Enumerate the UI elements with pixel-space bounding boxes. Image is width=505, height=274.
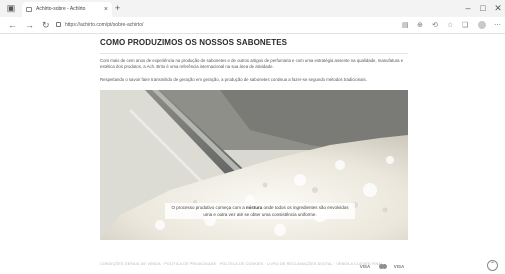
collections-icon[interactable]: ❏ — [462, 20, 468, 31]
minimize-icon[interactable]: – — [463, 3, 473, 13]
visa-logo-2: VISA — [393, 264, 405, 269]
url-field[interactable]: https://achirto.com/pt/sobre-achirto/ — [56, 20, 428, 31]
title-divider — [100, 53, 408, 54]
maximize-icon[interactable]: □ — [478, 3, 488, 13]
mastercard-icon — [376, 263, 389, 270]
page-title: COMO PRODUZIMOS OS NOSSOS SABONETES — [100, 38, 288, 47]
more-menu-icon[interactable]: ⋯ — [494, 20, 501, 31]
reader-view-icon[interactable]: ▤ — [402, 20, 409, 31]
tradition-paragraph: Respeitando o savoir faire transmitido d… — [100, 77, 367, 82]
lock-icon — [56, 22, 61, 28]
read-aloud-icon[interactable]: ⟲ — [432, 20, 438, 31]
new-tab-icon[interactable]: + — [115, 3, 120, 13]
zoom-icon[interactable]: ⊕ — [417, 20, 423, 31]
caption-text-start: O processo produtivo começa com a — [171, 205, 246, 210]
reload-icon[interactable]: ↻ — [42, 20, 50, 30]
scroll-to-top-icon[interactable]: ⌃ — [487, 260, 498, 271]
back-icon[interactable]: ← — [8, 20, 17, 30]
footer-links[interactable]: CONDIÇÕES GERAIS DE VENDA · POLÍTICA DE … — [100, 262, 383, 266]
forward-icon[interactable]: → — [25, 20, 34, 30]
close-window-icon[interactable]: ✕ — [493, 3, 503, 13]
tab-close-icon[interactable]: × — [104, 2, 108, 17]
tab-actions-icon[interactable]: ▣ — [6, 3, 16, 13]
profile-avatar[interactable] — [478, 21, 486, 29]
address-bar-row: ← → ↻ https://achirto.com/pt/sobre-achir… — [0, 17, 505, 34]
intro-paragraph: Com mais de cem anos de experiência na p… — [100, 58, 404, 69]
caption-keyword: mistura — [245, 205, 263, 210]
tab-title: Achlrto-sobre - Achlrto — [36, 6, 86, 12]
page-favicon-icon — [26, 7, 32, 12]
photo-caption: O processo produtivo começa com a mistur… — [165, 203, 355, 219]
url-text: https://achirto.com/pt/sobre-achirto/ — [65, 22, 144, 28]
browser-tab-bar: ▣ Achlrto-sobre - Achlrto × + – □ ✕ — [0, 0, 505, 17]
visa-logo: VISA — [359, 264, 371, 269]
browser-tab[interactable]: Achlrto-sobre - Achlrto × — [22, 2, 112, 17]
favorite-star-icon[interactable]: ☆ — [447, 20, 453, 31]
